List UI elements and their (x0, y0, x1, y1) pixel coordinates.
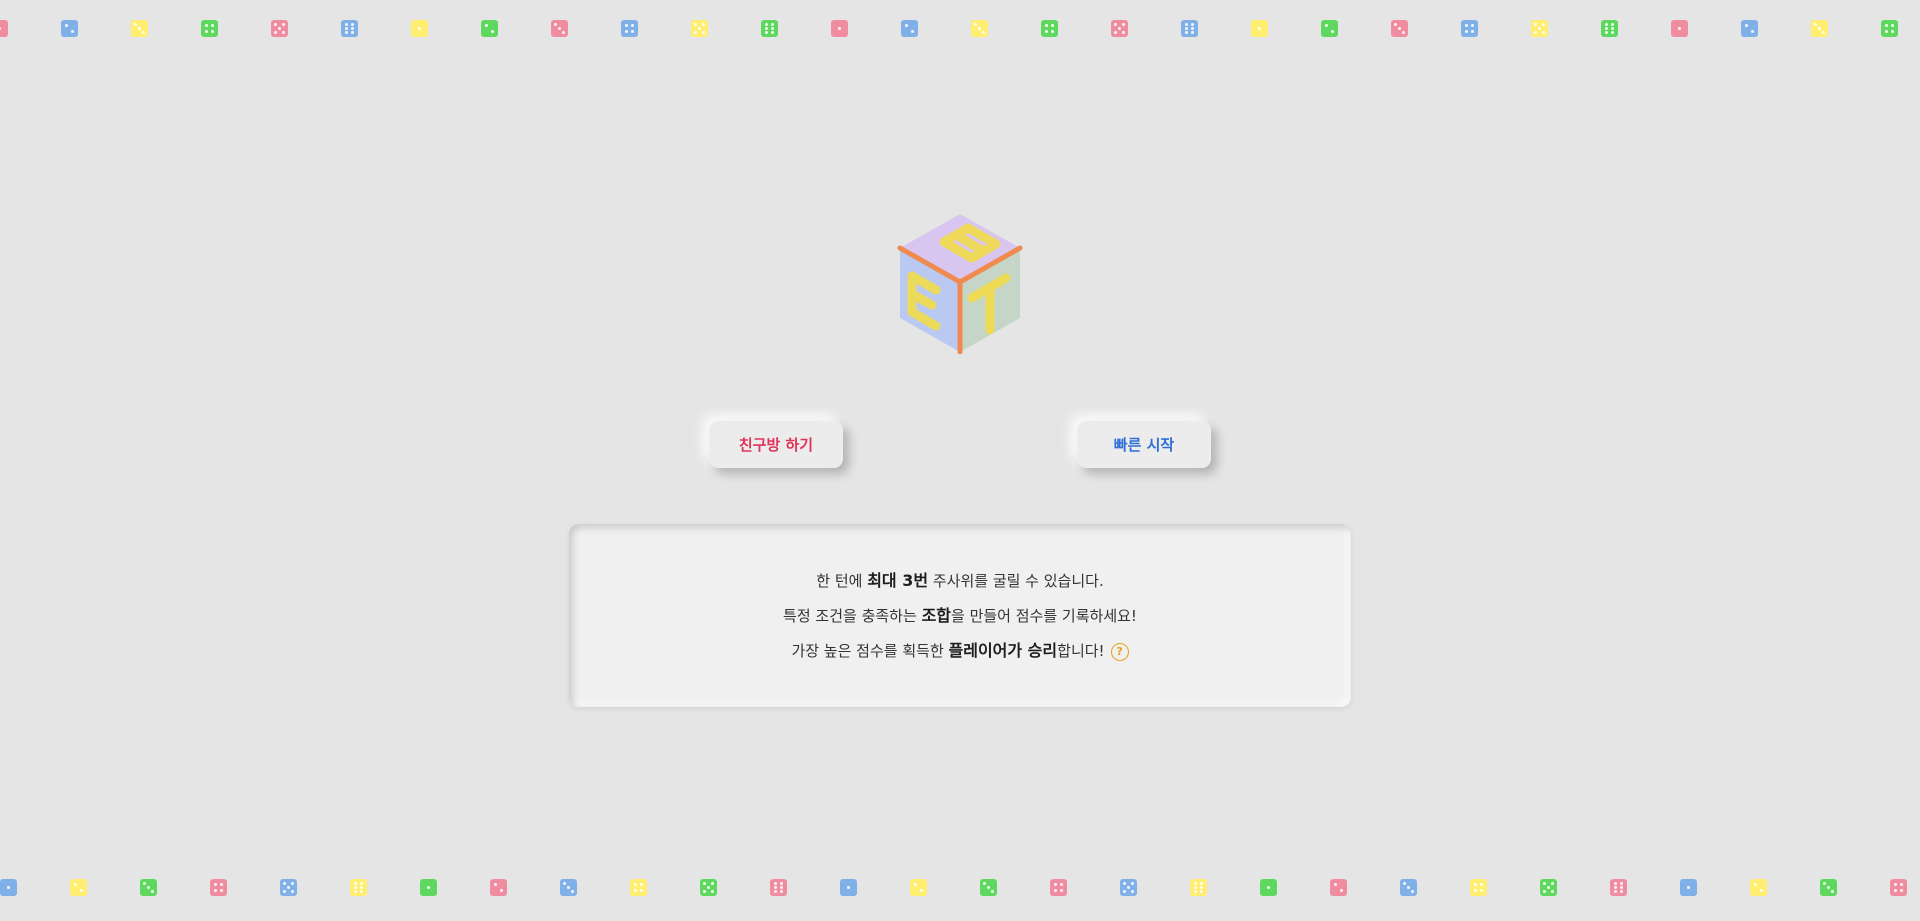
dice-icon (140, 879, 157, 896)
dice-icon (1671, 20, 1688, 37)
rule-1-highlight: 최대 3번 (867, 571, 929, 590)
dice-icon (1111, 20, 1128, 37)
dice-icon (691, 20, 708, 37)
dice-icon (1120, 879, 1137, 896)
dice-icon (1251, 20, 1268, 37)
rule-2-highlight: 조합 (921, 606, 952, 625)
dice-icon (700, 879, 717, 896)
dice-icon (481, 20, 498, 37)
dice-icon (61, 20, 78, 37)
dice-icon (840, 879, 857, 896)
dice-icon (1601, 20, 1618, 37)
rule-1-post: 주사위를 굴릴 수 있습니다. (928, 572, 1104, 590)
dice-icon (1750, 879, 1767, 896)
dice-icon (1811, 20, 1828, 37)
rule-2-pre: 특정 조건을 충족하는 (783, 607, 922, 625)
dice-icon (201, 20, 218, 37)
dice-icon (761, 20, 778, 37)
rule-1-pre: 한 턴에 (816, 572, 868, 590)
dice-icon (901, 20, 918, 37)
dice-icon (831, 20, 848, 37)
dice-icon (70, 879, 87, 896)
dice-icon (411, 20, 428, 37)
rule-3-pre: 가장 높은 점수를 획득한 (791, 642, 949, 660)
dice-icon (271, 20, 288, 37)
dice-icon (1531, 20, 1548, 37)
rule-3-post: 합니다! (1057, 642, 1105, 660)
dice-icon (551, 20, 568, 37)
rule-line-2: 특정 조건을 충족하는 조합을 만들어 점수를 기록하세요! (569, 602, 1351, 626)
friend-room-button[interactable]: 친구방 하기 (709, 421, 843, 468)
dice-icon (1260, 879, 1277, 896)
question-circle-icon[interactable]: ? (1110, 642, 1129, 661)
dice-icon (1181, 20, 1198, 37)
dice-icon (350, 879, 367, 896)
dice-icon (560, 879, 577, 896)
dice-icon (210, 879, 227, 896)
dice-icon (1820, 879, 1837, 896)
dice-icon (0, 20, 8, 37)
rule-line-3: 가장 높은 점수를 획득한 플레이어가 승리합니다!? (569, 637, 1351, 661)
rule-2-post: 을 만들어 점수를 기록하세요! (951, 607, 1137, 625)
dice-icon (1680, 879, 1697, 896)
rule-line-1: 한 턴에 최대 3번 주사위를 굴릴 수 있습니다. (569, 567, 1351, 591)
dice-icon (1470, 879, 1487, 896)
dice-icon (1461, 20, 1478, 37)
game-lobby: 친구방 하기 빠른 시작 한 턴에 최대 3번 주사위를 굴릴 수 있습니다. … (0, 0, 1920, 921)
dice-icon (1391, 20, 1408, 37)
dice-icon (1540, 879, 1557, 896)
dice-icon (1321, 20, 1338, 37)
dice-icon (0, 879, 17, 896)
dice-icon (131, 20, 148, 37)
dice-icon (280, 879, 297, 896)
dice-icon (971, 20, 988, 37)
rules-panel: 한 턴에 최대 3번 주사위를 굴릴 수 있습니다. 특정 조건을 충족하는 조… (569, 524, 1351, 707)
dice-icon (1881, 20, 1898, 37)
dice-icon (341, 20, 358, 37)
bottom-dice-border (0, 879, 1920, 899)
dice-cube-logo (897, 214, 1023, 354)
dice-icon (420, 879, 437, 896)
quick-start-button[interactable]: 빠른 시작 (1077, 421, 1211, 468)
dice-icon (490, 879, 507, 896)
dice-icon (1400, 879, 1417, 896)
dice-icon (980, 879, 997, 896)
top-dice-border (0, 20, 1920, 40)
dice-icon (1190, 879, 1207, 896)
dice-icon (770, 879, 787, 896)
dice-icon (1050, 879, 1067, 896)
rule-3-highlight: 플레이어가 승리 (948, 641, 1058, 660)
dice-icon (630, 879, 647, 896)
dice-icon (1041, 20, 1058, 37)
dice-icon (1610, 879, 1627, 896)
dice-icon (1741, 20, 1758, 37)
dice-icon (1330, 879, 1347, 896)
dice-icon (621, 20, 638, 37)
dice-icon (1890, 879, 1907, 896)
dice-icon (910, 879, 927, 896)
